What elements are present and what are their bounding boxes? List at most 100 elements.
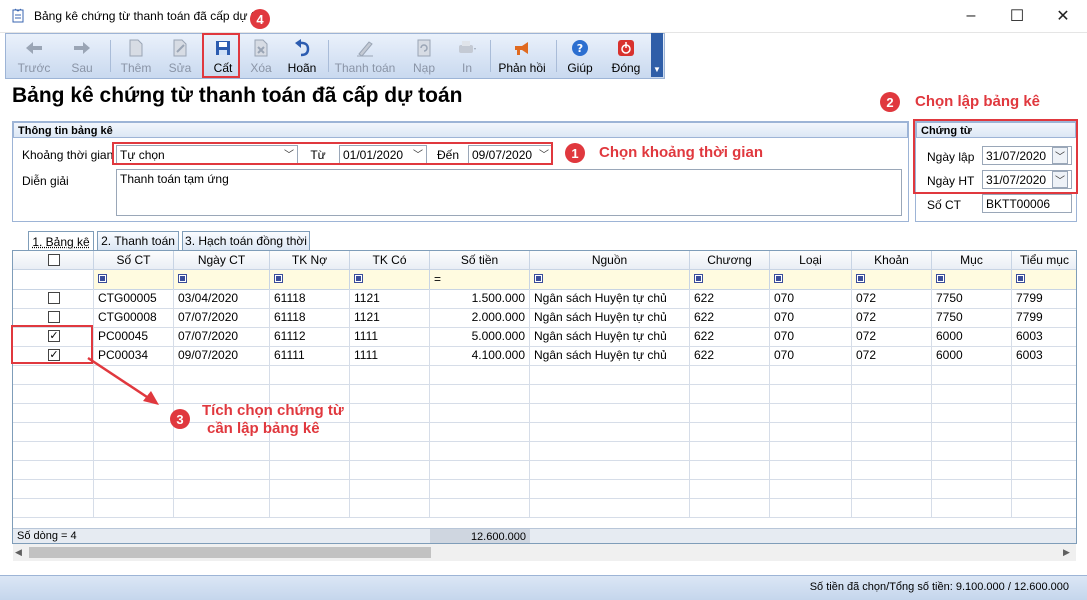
table-row[interactable]: CTG00008 07/07/2020 61118 1121 2.000.000 Ngân…: [13, 308, 1076, 328]
filter-cell-tieu-muc[interactable]: [1012, 270, 1076, 289]
filter-icon: [936, 274, 945, 283]
load-button[interactable]: Nạp: [404, 34, 444, 78]
highlight-checkboxes: [11, 325, 93, 364]
close-form-button[interactable]: Đóng: [606, 34, 646, 78]
table-row[interactable]: ✓ PC00034 09/07/2020 61111 1111 4.100.000 Ngân…: [13, 346, 1076, 366]
cell-muc: [932, 498, 1012, 517]
col-header-chuong[interactable]: Chương: [690, 251, 770, 270]
description-textarea[interactable]: Thanh toán tạm ứng: [116, 169, 902, 216]
filter-icon: [856, 274, 865, 283]
filter-cell-so-tien[interactable]: =: [430, 270, 530, 289]
filter-cell-loai[interactable]: [770, 270, 852, 289]
filter-cell-tk-no[interactable]: [270, 270, 350, 289]
previous-button[interactable]: Trước: [12, 34, 56, 78]
col-header-tieu-muc[interactable]: Tiểu mục: [1012, 251, 1076, 270]
cell-ngay-ct: [174, 365, 270, 384]
select-all-checkbox[interactable]: [48, 254, 60, 266]
tab-thanh-toan[interactable]: 2. Thanh toán: [97, 231, 179, 250]
cell-so-tien: [430, 422, 530, 441]
cell-chuong: 622: [690, 346, 770, 365]
cell-muc: 6000: [932, 346, 1012, 365]
col-header-ngay-ct[interactable]: Ngày CT: [174, 251, 270, 270]
cell-tieu-muc: [1012, 479, 1076, 498]
cell-muc: [932, 441, 1012, 460]
undo-button[interactable]: Hoãn: [282, 34, 322, 78]
print-button[interactable]: In: [448, 34, 486, 78]
cell-khoan: [852, 422, 932, 441]
cell-tieu-muc: [1012, 441, 1076, 460]
cell-tk-no: 61118: [270, 289, 350, 308]
cell-nguon: [530, 422, 690, 441]
step-1-text: Chọn khoảng thời gian: [599, 144, 763, 161]
col-header-nguon[interactable]: Nguồn: [530, 251, 690, 270]
edit-button[interactable]: Sửa: [162, 34, 198, 78]
voucher-no-value: BKTT00006: [986, 197, 1051, 211]
help-label: Giúp: [567, 61, 593, 75]
add-label: Thêm: [120, 61, 152, 75]
scroll-right-icon[interactable]: ▶: [1063, 547, 1070, 558]
next-button[interactable]: Sau: [62, 34, 102, 78]
col-header-loai[interactable]: Loại: [770, 251, 852, 270]
cell-so-ct: [94, 460, 174, 479]
filter-cell-ngay-ct[interactable]: [174, 270, 270, 289]
col-header-khoan[interactable]: Khoản: [852, 251, 932, 270]
row-select-cell: [13, 403, 94, 422]
cell-ngay-ct: [174, 460, 270, 479]
tab-bang-ke[interactable]: 1. Bảng kê: [28, 231, 94, 251]
delete-button[interactable]: Xóa: [244, 34, 278, 78]
cell-so-tien: 1.500.000: [430, 289, 530, 308]
close-window-button[interactable]: ✕: [1040, 0, 1086, 32]
filter-cell-nguon[interactable]: [530, 270, 690, 289]
col-header-tk-co[interactable]: TK Có: [350, 251, 430, 270]
cell-tieu-muc: [1012, 460, 1076, 479]
table-row[interactable]: ✓ PC00045 07/07/2020 61112 1111 5.000.000 Ngân…: [13, 327, 1076, 347]
previous-label: Trước: [17, 61, 51, 75]
filter-cell-chuong[interactable]: [690, 270, 770, 289]
col-header-so-tien[interactable]: Số tiền: [430, 251, 530, 270]
filter-cell-tk-co[interactable]: [350, 270, 430, 289]
cell-loai: [770, 384, 852, 403]
toolbar-overflow-button[interactable]: ▼: [651, 33, 663, 77]
minimize-button[interactable]: –: [948, 0, 994, 32]
row-checkbox[interactable]: [48, 311, 60, 323]
filter-cell-khoan[interactable]: [852, 270, 932, 289]
row-select-cell: [13, 365, 94, 384]
voucher-no-input[interactable]: BKTT00006: [982, 194, 1072, 213]
scroll-left-icon[interactable]: ◀: [15, 547, 22, 558]
cell-tk-co: 1121: [350, 289, 430, 308]
cell-ngay-ct: 07/07/2020: [174, 327, 270, 346]
cell-tk-no: 61118: [270, 308, 350, 327]
cell-so-tien: 5.000.000: [430, 327, 530, 346]
horizontal-scrollbar[interactable]: ◀ ▶: [13, 544, 1076, 561]
row-checkbox[interactable]: [48, 292, 60, 304]
svg-text:?: ?: [577, 42, 583, 55]
col-header-tk-no[interactable]: TK Nợ: [270, 251, 350, 270]
cell-tieu-muc: 6003: [1012, 346, 1076, 365]
feedback-button[interactable]: Phản hồi: [494, 34, 550, 78]
payment-button[interactable]: Thanh toán: [332, 34, 398, 78]
col-header-muc[interactable]: Mục: [932, 251, 1012, 270]
col-header-so-ct[interactable]: Số CT: [94, 251, 174, 270]
maximize-button[interactable]: ☐: [994, 0, 1040, 32]
cell-chuong: [690, 422, 770, 441]
cell-loai: [770, 479, 852, 498]
cell-khoan: 072: [852, 308, 932, 327]
cell-muc: [932, 403, 1012, 422]
table-row[interactable]: CTG00005 03/04/2020 61118 1121 1.500.000 Ngân…: [13, 289, 1076, 309]
cell-so-ct: PC00045: [94, 327, 174, 346]
filter-cell-select: [13, 270, 94, 289]
row-select-cell: [13, 289, 94, 308]
scrollbar-thumb[interactable]: [29, 547, 431, 558]
cell-khoan: [852, 441, 932, 460]
help-button[interactable]: ? Giúp: [560, 34, 600, 78]
filter-cell-muc[interactable]: [932, 270, 1012, 289]
cell-ngay-ct: 07/07/2020: [174, 308, 270, 327]
row-select-cell: [13, 441, 94, 460]
add-button[interactable]: Thêm: [114, 34, 158, 78]
cell-so-ct: CTG00008: [94, 308, 174, 327]
filter-icon: [178, 274, 187, 283]
filter-cell-so-ct[interactable]: [94, 270, 174, 289]
empty-row: [13, 365, 1076, 385]
cell-tk-co: [350, 365, 430, 384]
tab-hach-toan[interactable]: 3. Hạch toán đồng thời: [182, 231, 310, 250]
